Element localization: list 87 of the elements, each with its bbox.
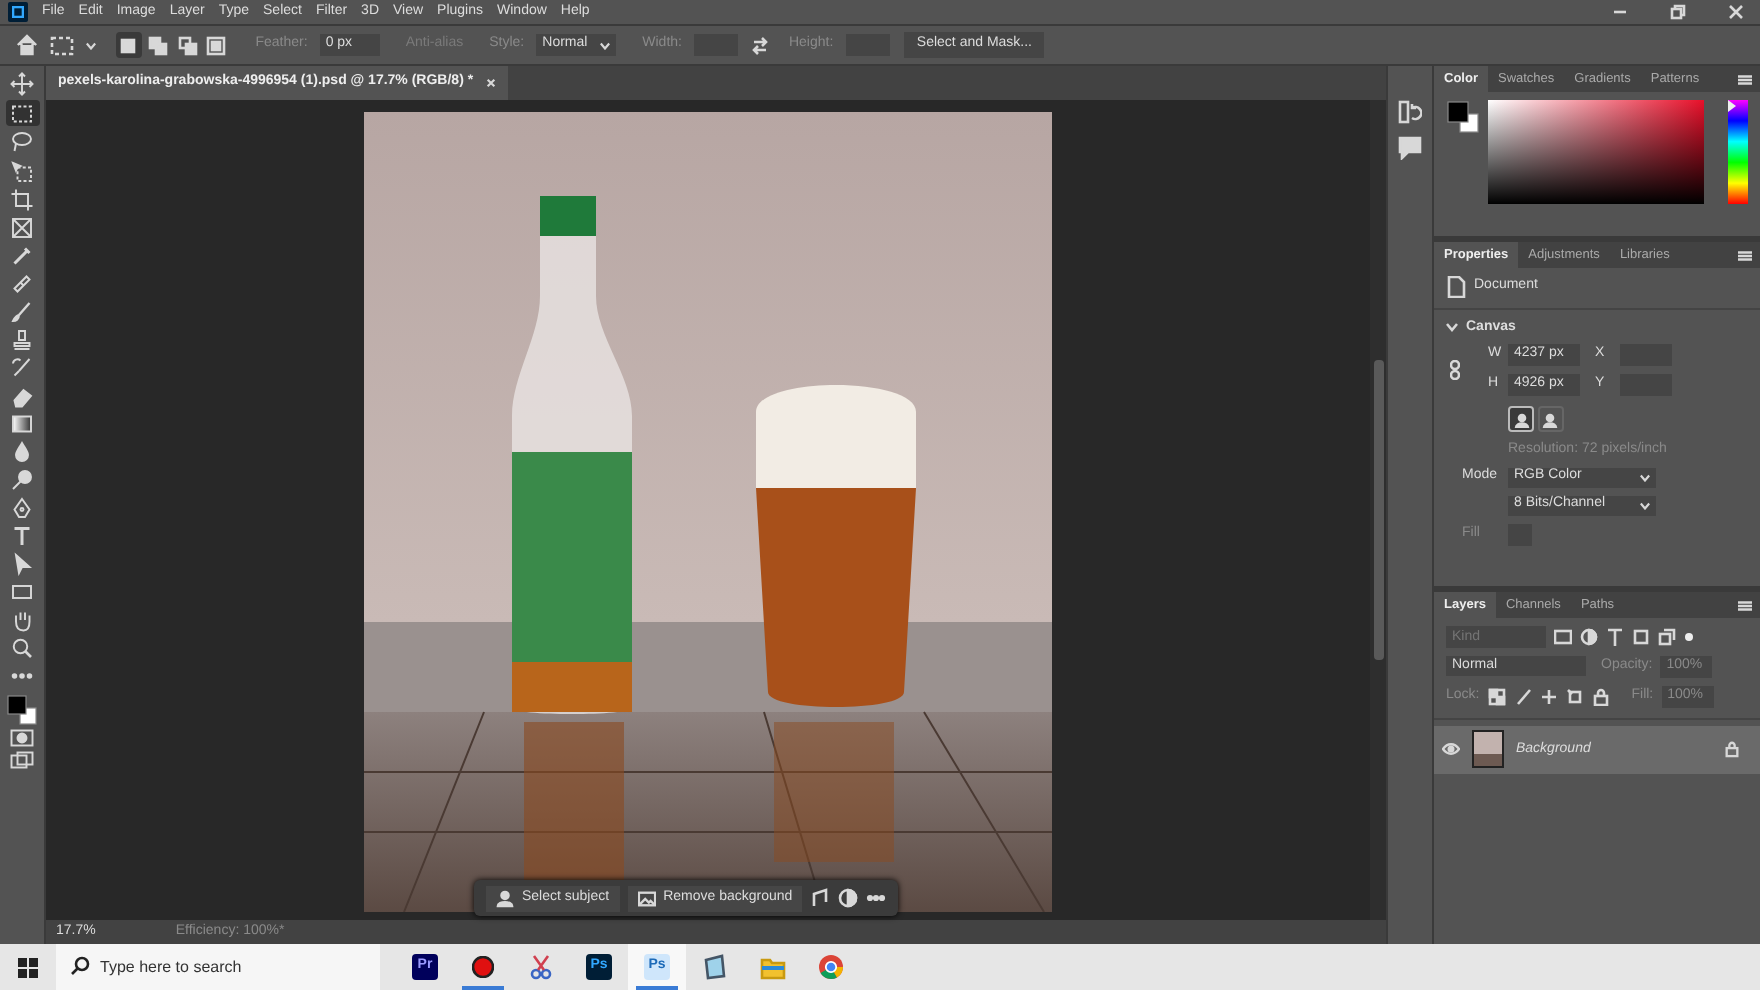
color-swatches-icon[interactable] [6, 693, 38, 726]
panel-menu-icon[interactable] [1738, 73, 1752, 85]
screen-mode-icon[interactable] [10, 749, 34, 770]
subtract-selection-icon [177, 35, 197, 55]
layer-thumbnail [1472, 730, 1504, 769]
intersect-selection-icon [206, 35, 227, 55]
adjustment-filter-icon[interactable] [1580, 627, 1598, 646]
intersect-selection-button[interactable] [203, 32, 230, 58]
collapse-caret-icon[interactable] [1446, 322, 1458, 333]
landscape-button[interactable] [1537, 406, 1564, 433]
image-filter-icon[interactable] [1554, 627, 1572, 646]
scroll-bar[interactable] [1370, 100, 1386, 920]
dodge-icon [10, 467, 34, 491]
add-selection-icon [147, 35, 168, 55]
swap-icon[interactable] [749, 35, 770, 55]
hand-icon [10, 607, 34, 631]
close-icon[interactable] [485, 78, 496, 88]
search-field[interactable]: Type here to search [56, 944, 380, 990]
link-icon[interactable] [1450, 360, 1460, 381]
dashed-rectangle-icon [10, 101, 34, 125]
history-brush-icon [10, 355, 34, 379]
crop-icon [10, 187, 34, 211]
color-swatches-icon[interactable] [1446, 100, 1480, 134]
caret-icon [1640, 501, 1650, 510]
checkerboard-icon[interactable] [1487, 687, 1506, 706]
dashed-rectangle-tool[interactable] [5, 100, 39, 126]
rectangle-icon [10, 579, 34, 603]
person-icon [496, 889, 514, 907]
scissors-icon [528, 954, 554, 980]
lasso-icon [10, 129, 34, 153]
transform-icon[interactable] [810, 888, 831, 908]
brush-icon[interactable] [1513, 687, 1532, 706]
stamp-icon [10, 327, 34, 351]
eye-icon[interactable] [1442, 742, 1460, 757]
artboard-icon[interactable] [1565, 687, 1584, 706]
pen-icon [10, 495, 34, 519]
toggle-dot-icon[interactable] [1684, 631, 1694, 642]
document-icon [1446, 275, 1466, 298]
new-selection-button[interactable] [115, 32, 141, 58]
caret-icon [1640, 473, 1650, 482]
subtract-selection-button[interactable] [174, 32, 200, 58]
chrome-icon [818, 954, 844, 980]
landscape-icon [1542, 411, 1559, 428]
windows-start-icon[interactable] [18, 957, 38, 977]
shape-filter-icon[interactable] [1632, 627, 1650, 646]
comment-icon[interactable] [1398, 136, 1422, 160]
hue-slider-thumb[interactable] [1728, 100, 1736, 112]
lock-icon[interactable] [1724, 740, 1740, 759]
drop-icon [10, 439, 34, 463]
half-circle-icon[interactable] [838, 888, 859, 908]
gradient-icon [10, 411, 34, 435]
record-icon [472, 956, 494, 978]
home-icon[interactable] [16, 34, 38, 56]
bandage-icon [10, 271, 34, 295]
move-icon[interactable] [1539, 687, 1558, 706]
arrow-pointer-icon [10, 551, 34, 575]
type-icon [10, 523, 34, 547]
eyedropper-icon [10, 243, 34, 267]
search-icon [70, 956, 90, 976]
panel-menu-icon[interactable] [1738, 599, 1752, 611]
hue-slider[interactable] [1728, 100, 1748, 204]
new-selection-icon [118, 35, 138, 55]
move-tool[interactable] [5, 70, 39, 96]
eraser-icon [10, 383, 34, 407]
move-icon [10, 71, 34, 95]
history-icon[interactable] [1398, 100, 1422, 124]
image-icon [637, 889, 656, 907]
frame-icon [10, 215, 34, 239]
quick-mask-icon[interactable] [10, 727, 34, 748]
restore-icon[interactable] [1670, 4, 1686, 20]
caret-icon [600, 41, 611, 49]
folder-icon [760, 955, 786, 979]
dashed-rectangle-icon[interactable] [50, 35, 74, 55]
zoom-icon [10, 635, 34, 659]
panel-menu-icon[interactable] [1738, 249, 1752, 261]
object-select-icon [10, 159, 34, 183]
portrait-icon [1513, 411, 1529, 428]
lock-icon[interactable] [1591, 687, 1610, 706]
brush-icon [10, 299, 34, 323]
close-icon[interactable] [1728, 4, 1744, 20]
portrait-button[interactable] [1508, 406, 1534, 433]
color-picker-field[interactable] [1487, 100, 1703, 204]
smart-object-filter-icon[interactable] [1658, 627, 1676, 646]
add-selection-button[interactable] [144, 32, 171, 58]
notepad-icon [702, 954, 728, 980]
caret-icon[interactable] [86, 41, 96, 49]
type-filter-icon[interactable] [1606, 627, 1624, 646]
